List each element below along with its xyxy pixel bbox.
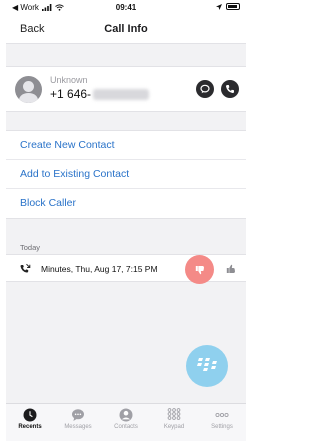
avatar-head <box>23 81 34 92</box>
battery-icon <box>226 3 240 10</box>
location-icon <box>216 3 222 10</box>
nav-header: Back Call Info <box>6 16 246 44</box>
tab-settings[interactable]: Settings <box>198 404 246 441</box>
tab-bar: Recents Messages Contacts Keypad Setting… <box>6 403 246 441</box>
phone-icon <box>225 85 234 94</box>
keypad-icon <box>167 408 181 422</box>
tab-label: Settings <box>211 424 233 430</box>
more-icon <box>215 408 229 422</box>
tab-label: Recents <box>18 424 42 430</box>
tab-keypad[interactable]: Keypad <box>150 404 198 441</box>
list-item[interactable]: Minutes, Thu, Aug 17, 7:15 PM <box>6 254 246 284</box>
avatar <box>15 76 42 103</box>
contact-number: +1 646- <box>50 87 150 101</box>
call-button[interactable] <box>221 80 239 98</box>
chat-bubble-icon <box>71 408 85 422</box>
status-time: 09:41 <box>115 3 137 12</box>
contact-card: Unknown +1 646- <box>6 66 246 112</box>
block-caller-button[interactable]: Block Caller <box>6 189 246 218</box>
clock-icon <box>23 408 37 422</box>
tab-label: Contacts <box>114 424 138 430</box>
avatar-body <box>19 93 38 103</box>
thumbs-up-icon <box>226 264 235 273</box>
thumbs-down-button[interactable] <box>185 255 214 284</box>
call-entry-text: Minutes, Thu, Aug 17, 7:15 PM <box>41 264 158 274</box>
message-button[interactable] <box>196 80 214 98</box>
missed-call-icon <box>20 263 31 273</box>
redacted-number <box>93 88 150 100</box>
person-icon <box>119 408 133 422</box>
tab-contacts[interactable]: Contacts <box>102 404 150 441</box>
tab-recents[interactable]: Recents <box>6 404 54 441</box>
page-title: Call Info <box>104 23 148 35</box>
history-section-label: Today <box>20 243 41 252</box>
tab-messages[interactable]: Messages <box>54 404 102 441</box>
tab-label: Messages <box>64 424 92 430</box>
actions-list: Create New Contact Add to Existing Conta… <box>6 130 246 219</box>
contact-name: Unknown <box>50 75 88 85</box>
phone-screen: ◀ Work 09:41 Back Call Info Unknown +1 6… <box>6 0 246 441</box>
chat-bubble-icon <box>200 84 210 94</box>
thumbs-up-button[interactable] <box>223 261 239 277</box>
contact-number-text: +1 646- <box>50 87 92 101</box>
bbm-fab-button[interactable] <box>186 345 228 387</box>
thumbs-down-icon <box>195 265 204 274</box>
tab-label: Keypad <box>163 424 185 430</box>
blackberry-logo-icon <box>197 358 217 371</box>
add-to-existing-contact-button[interactable]: Add to Existing Contact <box>6 160 246 189</box>
create-new-contact-button[interactable]: Create New Contact <box>6 131 246 160</box>
status-right <box>216 3 240 10</box>
status-bar: ◀ Work 09:41 <box>6 0 246 16</box>
